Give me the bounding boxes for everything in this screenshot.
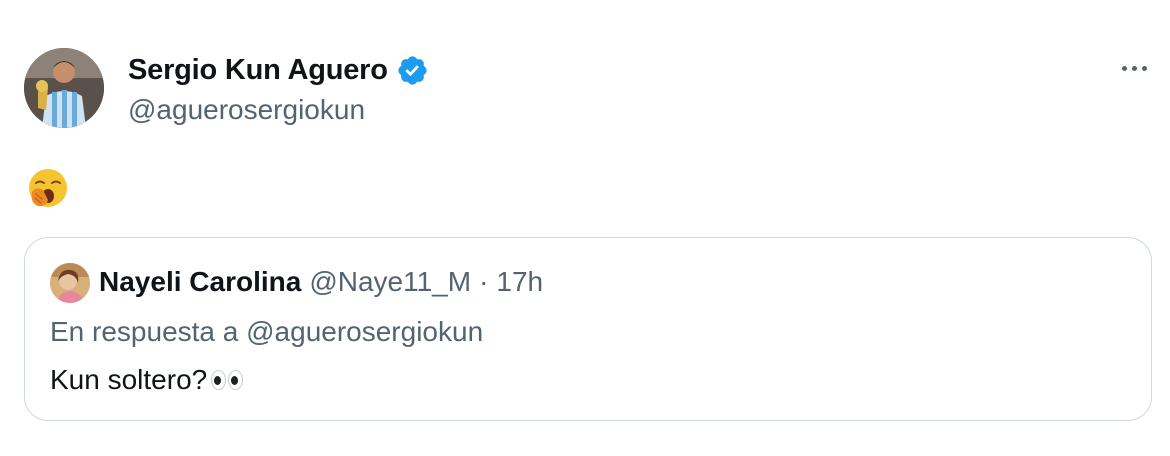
- more-horizontal-icon-dot: [1141, 65, 1147, 71]
- reply-mention-link[interactable]: @aguerosergiokun: [246, 316, 483, 347]
- quoted-tweet-body: Kun soltero?: [50, 364, 208, 395]
- author-avatar[interactable]: [24, 48, 104, 128]
- author-display-name[interactable]: Sergio Kun Aguero: [128, 54, 388, 87]
- quoted-tweet-header: Nayeli Carolina @Naye11_M · 17h: [99, 266, 543, 298]
- more-horizontal-icon-dot: [1131, 65, 1137, 71]
- author-name-row: Sergio Kun Aguero: [128, 52, 429, 88]
- reply-prefix: En respuesta a: [50, 316, 247, 347]
- quoted-tweet-card[interactable]: Nayeli Carolina @Naye11_M · 17h En respu…: [24, 237, 1152, 421]
- yawning-face-icon: [26, 166, 70, 210]
- quoted-tweet-text: Kun soltero?: [50, 364, 244, 396]
- more-options-button[interactable]: [1116, 54, 1152, 82]
- eye-left: [211, 370, 227, 390]
- tweet: Sergio Kun Aguero @aguerosergiokun Nayel…: [0, 0, 1170, 456]
- eye-right: [228, 370, 244, 390]
- reply-context: En respuesta a @aguerosergiokun: [50, 316, 483, 348]
- quoted-tweet-time[interactable]: 17h: [496, 266, 543, 298]
- author-handle[interactable]: @aguerosergiokun: [128, 94, 365, 126]
- header-separator: ·: [479, 266, 489, 297]
- quoted-author-handle[interactable]: @Naye11_M: [309, 266, 471, 298]
- eyes-icon: [209, 370, 244, 390]
- more-horizontal-icon: [1121, 65, 1127, 71]
- verified-badge-icon[interactable]: [396, 54, 429, 87]
- quoted-author-name[interactable]: Nayeli Carolina: [99, 266, 301, 298]
- quoted-author-avatar[interactable]: [50, 263, 90, 303]
